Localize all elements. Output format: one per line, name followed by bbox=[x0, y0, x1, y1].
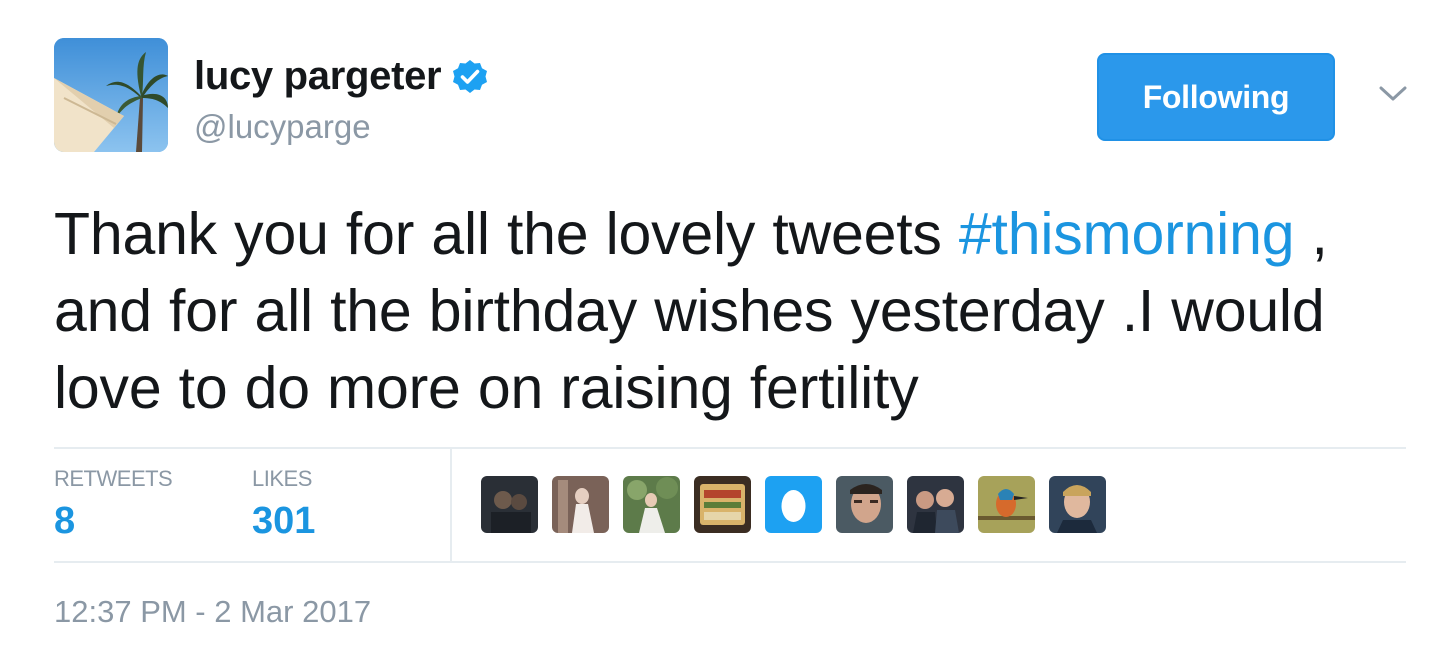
tweet-card: lucy pargeter @lucyparge Following Thank… bbox=[0, 0, 1440, 652]
retweets-count: 8 bbox=[54, 500, 76, 542]
chevron-down-icon[interactable] bbox=[1376, 82, 1410, 106]
name-row: lucy pargeter bbox=[194, 54, 489, 99]
default-egg-avatar[interactable] bbox=[765, 476, 822, 533]
liker-avatar-4[interactable] bbox=[694, 476, 751, 533]
liker-avatar-kingfisher[interactable] bbox=[978, 476, 1035, 533]
liker-avatar-1[interactable] bbox=[481, 476, 538, 533]
user-handle[interactable]: @lucyparge bbox=[194, 108, 371, 146]
avatar-image bbox=[54, 38, 168, 152]
liker-avatar-2[interactable] bbox=[552, 476, 609, 533]
likes-count: 301 bbox=[252, 500, 316, 542]
tweet-text-part1: Thank you for all the lovely tweets bbox=[54, 201, 959, 267]
liker-avatar-7[interactable] bbox=[907, 476, 964, 533]
retweets-stat[interactable]: RETWEETS 8 bbox=[54, 466, 173, 543]
likes-stat[interactable]: LIKES 301 bbox=[252, 466, 315, 543]
liker-avatar-9[interactable] bbox=[1049, 476, 1106, 533]
stats-divider-vertical bbox=[450, 449, 452, 561]
stats-divider-top bbox=[54, 447, 1406, 449]
verified-badge-icon bbox=[451, 58, 489, 96]
retweets-label: RETWEETS bbox=[54, 466, 173, 491]
stats-divider-bottom bbox=[54, 561, 1406, 563]
liker-avatar-6[interactable] bbox=[836, 476, 893, 533]
likers-avatars bbox=[481, 476, 1106, 533]
display-name[interactable]: lucy pargeter bbox=[194, 54, 442, 99]
tweet-text: Thank you for all the lovely tweets #thi… bbox=[54, 196, 1399, 427]
hashtag-link[interactable]: #thismorning bbox=[959, 201, 1295, 267]
following-button[interactable]: Following bbox=[1097, 53, 1335, 141]
likes-label: LIKES bbox=[252, 466, 312, 491]
tweet-timestamp[interactable]: 12:37 PM - 2 Mar 2017 bbox=[54, 594, 371, 630]
liker-avatar-3[interactable] bbox=[623, 476, 680, 533]
user-avatar[interactable] bbox=[54, 38, 168, 152]
